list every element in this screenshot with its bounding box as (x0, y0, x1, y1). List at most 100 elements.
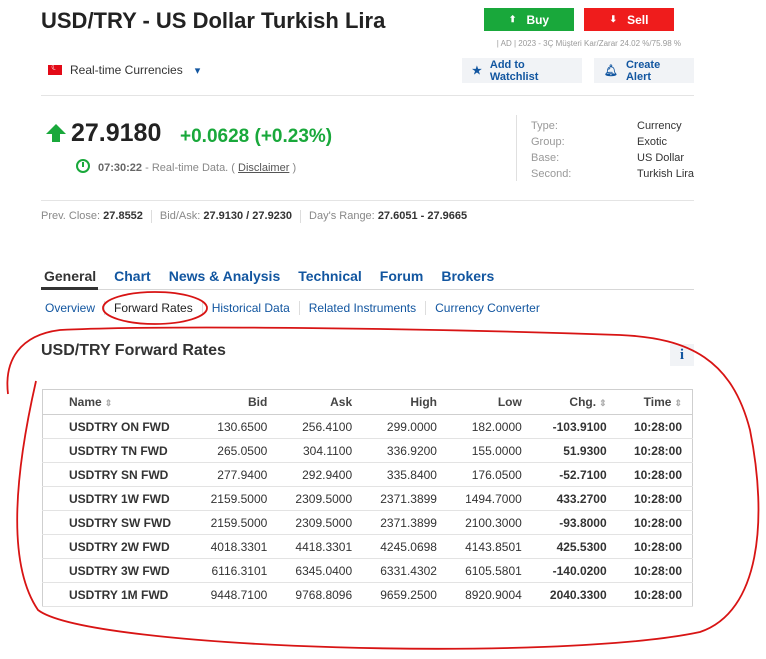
realtime-currencies-dropdown[interactable]: Real-time Currencies ▾ (48, 62, 200, 77)
quote-time-value: 07:30:22 (98, 162, 143, 174)
stats-separator (300, 210, 302, 223)
col-chg[interactable]: Chg. ⇕ (531, 389, 617, 415)
col-bid[interactable]: Bid (192, 389, 278, 415)
row-bid: 277.9400 (192, 462, 278, 487)
subtab-overview[interactable]: Overview (45, 301, 104, 315)
row-name[interactable]: USDTRY SW FWD (42, 510, 193, 535)
info-icon[interactable]: i (670, 344, 694, 366)
prev-close-value: 27.8552 (103, 210, 143, 222)
row-bid: 6116.3101 (192, 558, 278, 583)
days-range-value: 27.6051 - 27.9665 (377, 210, 468, 222)
info-row: Group: Exotic (531, 134, 694, 150)
subtab-forward-rates[interactable]: Forward Rates (104, 301, 202, 315)
info-row: Second: Turkish Lira (531, 166, 694, 182)
instrument-info: Type: Currency Group: Exotic Base: US Dolla… (531, 118, 694, 182)
tab-general[interactable]: General (44, 268, 96, 284)
prev-close-label: Prev. Close: (41, 210, 101, 222)
row-name[interactable]: USDTRY 1M FWD (42, 582, 193, 607)
sell-button[interactable]: ⬇ Sell (584, 8, 674, 31)
col-time[interactable]: Time ⇕ (616, 389, 693, 415)
row-high: 336.9200 (362, 438, 447, 463)
col-chg-label: Chg. (569, 395, 597, 409)
ad-disclosure: | AD | 2023 - 3Ç Müşteri Kar/Zarar 24.02… (496, 39, 681, 48)
subtab-related-instruments[interactable]: Related Instruments (298, 301, 425, 315)
add-to-watchlist-button[interactable]: ★ Add to Watchlist (462, 58, 582, 83)
row-high: 9659.2500 (362, 582, 447, 607)
table-row[interactable]: USDTRY SN FWD 277.9400 292.9400 335.8400 176… (42, 462, 693, 487)
row-bid: 4018.3301 (192, 534, 278, 559)
tab-brokers[interactable]: Brokers (441, 268, 494, 284)
subtab-currency-converter[interactable]: Currency Converter (425, 301, 549, 315)
arrow-down-icon: ⬇ (609, 14, 618, 24)
active-tab-indicator (41, 287, 98, 290)
row-time: 10:28:00 (616, 510, 693, 535)
col-ask[interactable]: Ask (277, 389, 363, 415)
row-low: 155.0000 (446, 438, 532, 463)
row-ask: 4418.3301 (277, 534, 363, 559)
days-range: Day's Range: 27.6051 - 27.9665 (309, 210, 467, 223)
row-chg: 2040.3300 (531, 582, 617, 607)
last-price: 27.9180 (71, 119, 162, 147)
info-value: Exotic (637, 136, 667, 148)
row-name[interactable]: USDTRY 3W FWD (42, 558, 193, 583)
col-low-label: Low (497, 395, 522, 409)
row-time: 10:28:00 (616, 558, 693, 583)
row-time: 10:28:00 (616, 582, 693, 607)
col-low[interactable]: Low (446, 389, 532, 415)
bid-ask: Bid/Ask: 27.9130 / 27.9230 (160, 210, 292, 223)
price-up-arrow-stem (52, 133, 60, 142)
row-low: 6105.5801 (446, 558, 532, 583)
row-ask: 9768.8096 (277, 582, 363, 607)
row-ask: 304.1100 (277, 438, 363, 463)
row-chg: 433.2700 (531, 486, 617, 511)
info-row: Type: Currency (531, 118, 694, 134)
sort-icon: ⇕ (674, 398, 682, 408)
col-time-label: Time (643, 395, 672, 409)
row-ask: 256.4100 (277, 414, 363, 439)
alert-label: Create Alert (625, 58, 661, 83)
row-low: 182.0000 (446, 414, 532, 439)
row-name[interactable]: USDTRY SN FWD (42, 462, 193, 487)
tab-forum[interactable]: Forum (380, 268, 424, 284)
table-row[interactable]: USDTRY 2W FWD 4018.3301 4418.3301 4245.0698… (42, 534, 693, 559)
quote-time-suffix: - Real-time Data. ( (145, 162, 235, 174)
page-title: USD/TRY - US Dollar Turkish Lira (41, 8, 386, 33)
tab-news-analysis[interactable]: News & Analysis (169, 268, 281, 284)
row-name[interactable]: USDTRY 1W FWD (42, 486, 193, 511)
table-row[interactable]: USDTRY SW FWD 2159.5000 2309.5000 2371.3899… (42, 510, 693, 535)
table-row[interactable]: USDTRY ON FWD 130.6500 256.4100 299.0000 182… (42, 414, 693, 439)
divider (41, 200, 694, 201)
change-abs: +0.0628 (180, 126, 250, 147)
row-name[interactable]: USDTRY 2W FWD (42, 534, 193, 559)
main-tabs: General Chart News & Analysis Technical … (44, 268, 494, 284)
table-row[interactable]: USDTRY 3W FWD 6116.3101 6345.0400 6331.4302… (42, 558, 693, 583)
row-chg: -93.8000 (531, 510, 617, 535)
col-high-label: High (410, 395, 437, 409)
tab-chart[interactable]: Chart (114, 268, 151, 284)
create-alert-button[interactable]: 🔔︎ Create Alert (594, 58, 694, 83)
row-ask: 2309.5000 (277, 510, 363, 535)
subtab-historical-data[interactable]: Historical Data (201, 301, 299, 315)
buy-button[interactable]: ⬆ Buy (484, 8, 574, 31)
forward-rates-table: Name ⇕ Bid Ask High Low Chg. ⇕ Time ⇕ USDTR… (42, 389, 693, 607)
col-high[interactable]: High (362, 389, 447, 415)
quote-time-close: ) (292, 162, 297, 174)
price-change: +0.0628 (+0.23%) (180, 126, 332, 148)
sort-icon: ⇕ (599, 398, 607, 408)
row-high: 299.0000 (362, 414, 447, 439)
table-row[interactable]: USDTRY 1M FWD 9448.7100 9768.8096 9659.2500… (42, 582, 693, 607)
days-range-label: Day's Range: (309, 210, 375, 222)
sub-tabs: Overview Forward Rates Historical Data R… (45, 301, 549, 315)
col-name[interactable]: Name ⇕ (42, 389, 193, 415)
tab-technical[interactable]: Technical (298, 268, 362, 284)
row-name[interactable]: USDTRY TN FWD (42, 438, 193, 463)
row-time: 10:28:00 (616, 414, 693, 439)
table-row[interactable]: USDTRY TN FWD 265.0500 304.1100 336.9200 155… (42, 438, 693, 463)
row-name[interactable]: USDTRY ON FWD (42, 414, 193, 439)
disclaimer-link[interactable]: Disclaimer (238, 162, 289, 174)
row-time: 10:28:00 (616, 486, 693, 511)
row-low: 4143.8501 (446, 534, 532, 559)
row-chg: 51.9300 (531, 438, 617, 463)
table-row[interactable]: USDTRY 1W FWD 2159.5000 2309.5000 2371.3899… (42, 486, 693, 511)
divider (41, 95, 694, 96)
